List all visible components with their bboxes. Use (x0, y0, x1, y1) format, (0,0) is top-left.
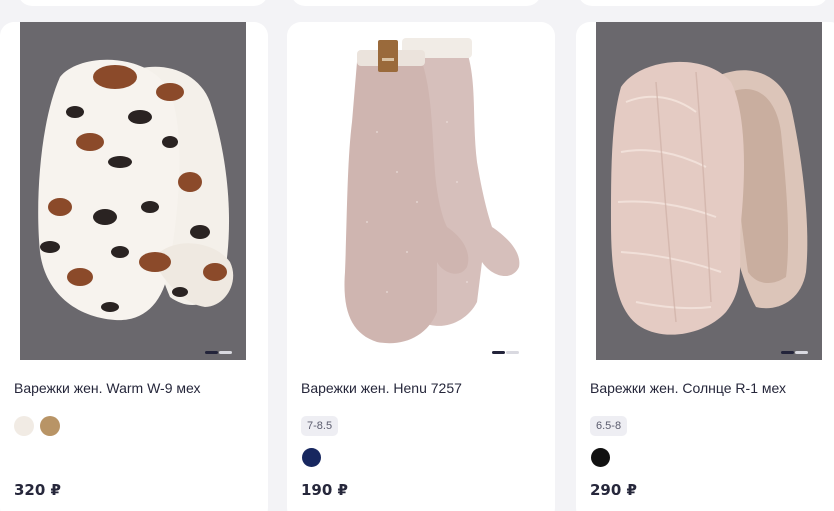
carousel-dot-active[interactable] (205, 351, 218, 354)
carousel-dot[interactable] (506, 351, 519, 354)
product-price: 290 ₽ (590, 481, 637, 499)
previous-row-card-edge (18, 0, 268, 6)
product-title[interactable]: Варежки жен. Henu 7257 (301, 380, 547, 396)
product-price: 190 ₽ (301, 481, 348, 499)
color-swatch-cream[interactable] (14, 416, 34, 436)
carousel-dot[interactable] (795, 351, 808, 354)
carousel-dot[interactable] (219, 351, 232, 354)
product-card[interactable]: Варежки жен. Солнце R-1 мех 6.5-8 290 ₽ (576, 22, 834, 511)
product-price: 320 ₽ (14, 481, 61, 499)
previous-row-card-edge (578, 0, 828, 6)
product-title[interactable]: Варежки жен. Warm W-9 мех (14, 380, 260, 396)
product-title[interactable]: Варежки жен. Солнце R-1 мех (590, 380, 834, 396)
product-image-leopard-fur-mittens[interactable] (20, 22, 246, 360)
size-tag[interactable]: 7-8.5 (301, 416, 339, 436)
carousel-dot-active[interactable] (781, 351, 794, 354)
product-card[interactable]: Варежки жен. Warm W-9 мех 320 ₽ (0, 22, 268, 511)
carousel-dot-active[interactable] (492, 351, 505, 354)
image-carousel-dots[interactable] (492, 351, 519, 354)
color-swatch-black[interactable] (591, 448, 610, 467)
previous-row-card-edge (291, 0, 541, 6)
image-carousel-dots[interactable] (781, 351, 808, 354)
product-image-fur-mittens[interactable] (596, 22, 822, 360)
size-tag[interactable]: 6.5-8 (590, 416, 628, 436)
color-swatch-tan[interactable] (40, 416, 60, 436)
image-carousel-dots[interactable] (205, 351, 232, 354)
color-swatch-navy[interactable] (302, 448, 321, 467)
product-card[interactable]: Варежки жен. Henu 7257 7-8.5 190 ₽ (287, 22, 555, 511)
product-image-knit-mittens[interactable] (307, 22, 533, 360)
